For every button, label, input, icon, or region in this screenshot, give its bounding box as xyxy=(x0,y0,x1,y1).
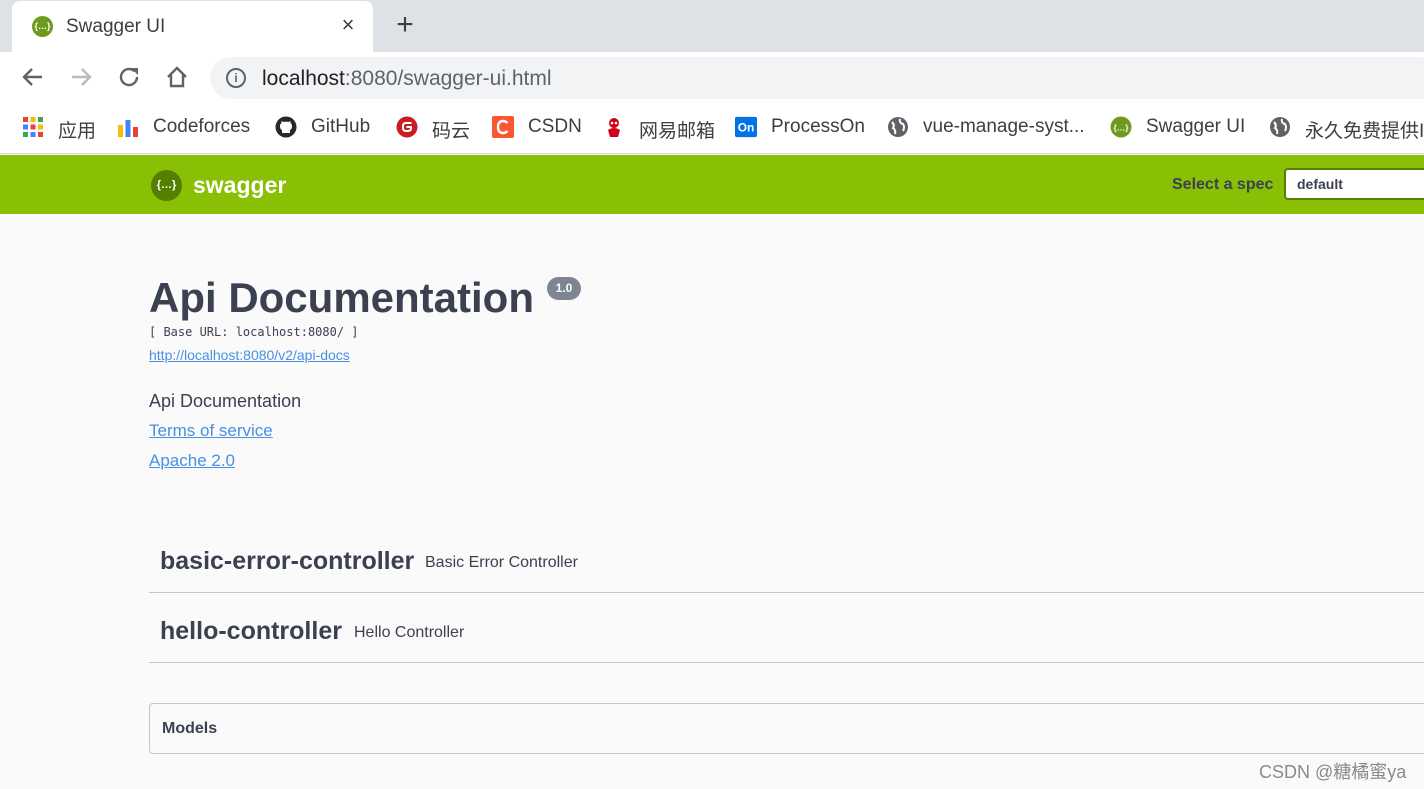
controller-description: Hello Controller xyxy=(354,624,465,641)
apps-grid-icon xyxy=(23,117,43,137)
swagger-favicon-icon: {…} xyxy=(32,16,53,37)
url-path: :8080/swagger-ui.html xyxy=(344,67,552,90)
csdn-icon xyxy=(492,116,514,138)
bookmark-label: GitHub xyxy=(311,116,371,137)
select-spec-label: Select a spec xyxy=(1172,176,1274,193)
swagger-topbar: {…} swagger Select a spec default xyxy=(0,155,1424,214)
bookmark-label: CSDN xyxy=(528,116,582,137)
api-description: Api Documentation xyxy=(149,391,302,411)
base-url: [ Base URL: localhost:8080/ ] xyxy=(149,325,359,339)
bookmark-label: Codeforces xyxy=(153,116,251,137)
gitee-icon xyxy=(396,116,418,138)
site-info-icon[interactable]: i xyxy=(226,68,246,88)
swagger-logo-text[interactable]: swagger xyxy=(193,172,286,199)
bookmark-label: 应用 xyxy=(58,121,97,142)
controller-section-hello[interactable]: hello-controller Hello Controller xyxy=(149,603,1424,663)
url-host: localhost xyxy=(262,67,345,90)
models-section[interactable]: Models xyxy=(149,703,1424,754)
controller-description: Basic Error Controller xyxy=(425,554,578,571)
codeforces-icon xyxy=(118,120,138,137)
reload-icon[interactable] xyxy=(114,62,144,92)
swagger-icon: {…} xyxy=(1110,116,1132,138)
globe-icon xyxy=(1270,117,1290,137)
watermark: CSDN @糖橘蜜ya xyxy=(1259,762,1407,782)
api-docs-link[interactable]: http://localhost:8080/v2/api-docs xyxy=(149,347,350,363)
home-icon[interactable] xyxy=(162,62,192,92)
tab-close-icon[interactable]: × xyxy=(336,11,360,39)
browser-tab[interactable]: {…} Swagger UI × xyxy=(12,1,373,52)
bookmark-label: vue-manage-syst... xyxy=(923,116,1085,137)
bookmark-label: ProcessOn xyxy=(771,116,865,137)
tab-title: Swagger UI xyxy=(66,16,166,37)
swagger-logo-icon[interactable]: {…} xyxy=(151,170,182,201)
terms-of-service-link[interactable]: Terms of service xyxy=(149,421,273,441)
bookmark-label: Swagger UI xyxy=(1146,116,1246,137)
spec-select-value: default xyxy=(1297,176,1343,192)
api-title: Api Documentation xyxy=(149,274,534,321)
spec-select[interactable]: default xyxy=(1284,168,1424,200)
processon-icon: On xyxy=(735,116,757,138)
models-label: Models xyxy=(162,720,218,737)
browser-toolbar: i localhost:8080/swagger-ui.html xyxy=(0,52,1424,102)
version-badge: 1.0 xyxy=(547,277,581,300)
tab-strip: {…} Swagger UI × + xyxy=(0,0,1424,52)
back-arrow-icon[interactable] xyxy=(18,62,48,92)
controller-section-basic-error[interactable]: basic-error-controller Basic Error Contr… xyxy=(149,533,1424,593)
bookmark-label: 网易邮箱 xyxy=(639,121,716,142)
new-tab-button[interactable]: + xyxy=(390,10,420,40)
svg-text:On: On xyxy=(738,121,755,135)
address-bar[interactable]: i localhost:8080/swagger-ui.html xyxy=(210,57,1424,99)
bookmark-label: 码云 xyxy=(432,121,471,142)
controller-name[interactable]: hello-controller xyxy=(160,617,342,646)
netease-mail-icon xyxy=(608,118,620,137)
github-icon xyxy=(275,116,297,138)
bookmark-label: 永久免费提供Ir xyxy=(1305,121,1424,142)
controller-name[interactable]: basic-error-controller xyxy=(160,547,414,576)
svg-text:{…}: {…} xyxy=(1113,123,1129,133)
forward-arrow-icon[interactable] xyxy=(66,62,96,92)
url-text[interactable]: localhost:8080/swagger-ui.html xyxy=(262,67,552,91)
license-link[interactable]: Apache 2.0 xyxy=(149,451,235,471)
bookmarks-bar: 应用 Codeforces GitHub 码云 CSDN 网易邮箱 On Pro… xyxy=(0,102,1424,154)
globe-icon xyxy=(888,117,908,137)
